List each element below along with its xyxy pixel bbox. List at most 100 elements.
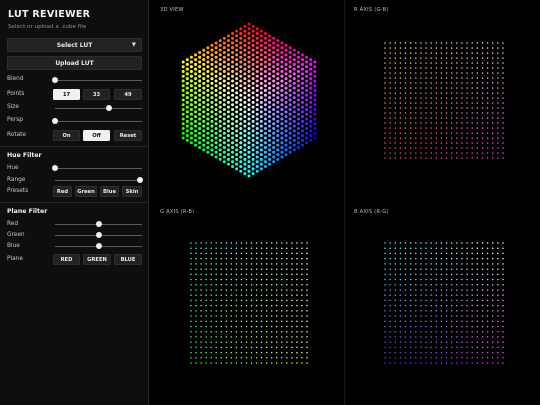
- axis-point: [425, 330, 427, 333]
- preset-skin-button[interactable]: Skin: [122, 186, 142, 197]
- cube-point: [288, 103, 292, 107]
- persp-slider-thumb[interactable]: [52, 118, 58, 124]
- cube-3d-point-cloud[interactable]: [181, 22, 317, 178]
- axis-point: [486, 320, 489, 323]
- persp-slider[interactable]: [52, 118, 142, 124]
- axis-point: [255, 263, 258, 265]
- axis-point: [471, 362, 473, 364]
- axis-point: [399, 57, 402, 59]
- axis-point: [384, 315, 386, 317]
- range-slider-thumb[interactable]: [137, 177, 143, 183]
- plane-red-slider[interactable]: [55, 221, 142, 227]
- axis-point: [450, 127, 453, 129]
- blend-slider[interactable]: [52, 77, 142, 83]
- preset-green-button[interactable]: Green: [75, 186, 97, 197]
- axis-point: [486, 107, 489, 109]
- preset-blue-button[interactable]: Blue: [100, 186, 119, 197]
- axis-point: [389, 97, 391, 99]
- axis-point: [409, 289, 412, 291]
- plane-red-button[interactable]: RED: [53, 254, 80, 265]
- points-option-33[interactable]: 33: [83, 89, 110, 100]
- axis-point: [235, 325, 238, 328]
- size-slider[interactable]: [55, 105, 142, 111]
- cube-point: [239, 122, 243, 126]
- axis-point: [195, 336, 197, 338]
- hue-slider-thumb[interactable]: [52, 165, 58, 171]
- axis-point: [220, 242, 223, 244]
- axis-point: [425, 152, 427, 154]
- axis-point: [225, 247, 228, 249]
- hue-slider[interactable]: [52, 165, 142, 171]
- size-slider-thumb[interactable]: [105, 105, 112, 111]
- axis-point: [476, 82, 479, 84]
- rotate-off-button[interactable]: Off: [83, 130, 110, 141]
- axis-point: [445, 289, 448, 291]
- axis-point: [404, 315, 407, 317]
- axis-point: [394, 268, 397, 270]
- cube-point: [243, 34, 247, 38]
- blend-slider-thumb[interactable]: [52, 77, 58, 83]
- cube-point: [268, 81, 272, 85]
- cube-point: [189, 122, 193, 126]
- cube-point: [309, 138, 313, 142]
- cube-point: [202, 100, 206, 104]
- rotate-on-button[interactable]: On: [53, 130, 80, 141]
- axis-point: [486, 87, 489, 89]
- axis-point: [306, 330, 308, 333]
- cube-point: [239, 141, 243, 145]
- cube-point: [243, 162, 247, 166]
- plane-red-slider-thumb[interactable]: [95, 221, 102, 227]
- plane-blue-slider[interactable]: [55, 243, 142, 249]
- axis-point: [255, 242, 258, 244]
- cube-point: [268, 72, 272, 76]
- axis-point: [445, 67, 448, 69]
- plane-green-slider[interactable]: [55, 232, 142, 238]
- axis-point: [450, 346, 453, 349]
- axis-point: [425, 42, 427, 44]
- cube-point: [259, 67, 263, 71]
- section-divider: [0, 146, 149, 147]
- points-option-49[interactable]: 49: [114, 89, 142, 100]
- axis-point: [420, 341, 422, 343]
- axis-point: [461, 273, 463, 276]
- plane-green-button[interactable]: GREEN: [83, 254, 111, 265]
- axis-point: [430, 336, 432, 338]
- axis-point: [265, 263, 268, 265]
- axis-point: [430, 52, 432, 54]
- points-option-17[interactable]: 17: [53, 89, 80, 100]
- axis-point: [389, 257, 391, 260]
- cube-point: [185, 96, 189, 100]
- upload-lut-button[interactable]: Upload LUT: [7, 56, 142, 70]
- axis-point: [301, 247, 303, 249]
- axis-point: [291, 351, 293, 354]
- cube-point: [218, 100, 222, 104]
- axis-point: [281, 346, 283, 349]
- cube-point: [272, 65, 276, 69]
- axis-point: [435, 247, 438, 249]
- axis-point: [270, 357, 273, 359]
- axis-point: [466, 310, 468, 312]
- axis-point: [502, 341, 504, 343]
- cube-point: [259, 124, 263, 128]
- plane-blue-button[interactable]: BLUE: [114, 254, 142, 265]
- range-slider[interactable]: [55, 177, 143, 183]
- cube-point: [231, 89, 235, 92]
- axis-point: [502, 92, 504, 94]
- rotate-reset-button[interactable]: Reset: [114, 130, 142, 141]
- axis-point: [225, 257, 228, 260]
- axis-point: [190, 273, 192, 276]
- axis-point: [384, 294, 386, 296]
- cube-point: [239, 46, 243, 50]
- plane-green-slider-thumb[interactable]: [95, 232, 102, 238]
- cube-point: [313, 127, 317, 130]
- axis-point: [481, 77, 484, 79]
- select-lut-dropdown[interactable]: Select LUT ▼: [7, 38, 142, 52]
- axis-point: [435, 137, 438, 139]
- cube-point: [251, 58, 255, 62]
- axis-point: [286, 357, 288, 359]
- preset-red-button[interactable]: Red: [53, 186, 72, 197]
- axis-point: [296, 330, 298, 333]
- axis-point: [450, 87, 453, 89]
- plane-blue-slider-thumb[interactable]: [95, 243, 102, 249]
- axis-point: [260, 325, 263, 328]
